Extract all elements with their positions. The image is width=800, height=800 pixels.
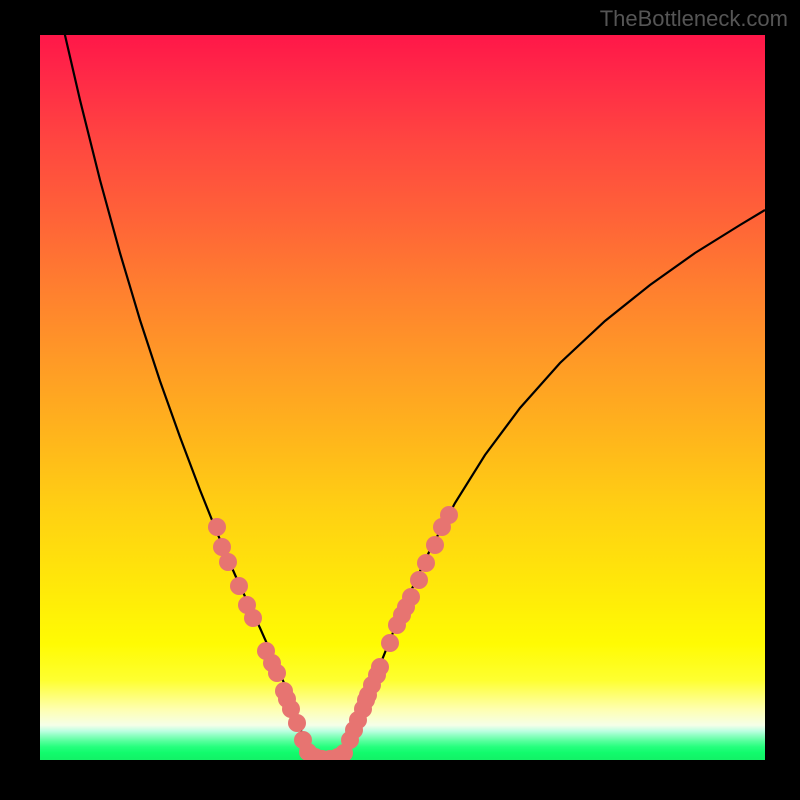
plot-area [40,35,765,760]
marker-dot [426,536,444,554]
marker-dot [268,664,286,682]
watermark-text: TheBottleneck.com [600,6,788,32]
marker-dot [288,714,306,732]
marker-dot [402,588,420,606]
marker-group [208,506,458,760]
marker-dot [208,518,226,536]
marker-dot [440,506,458,524]
marker-dot [244,609,262,627]
marker-dot [410,571,428,589]
marker-dot [230,577,248,595]
bottleneck-curve [58,35,765,760]
marker-dot [417,554,435,572]
marker-dot [371,658,389,676]
chart-svg [40,35,765,760]
marker-dot [381,634,399,652]
marker-dot [219,553,237,571]
